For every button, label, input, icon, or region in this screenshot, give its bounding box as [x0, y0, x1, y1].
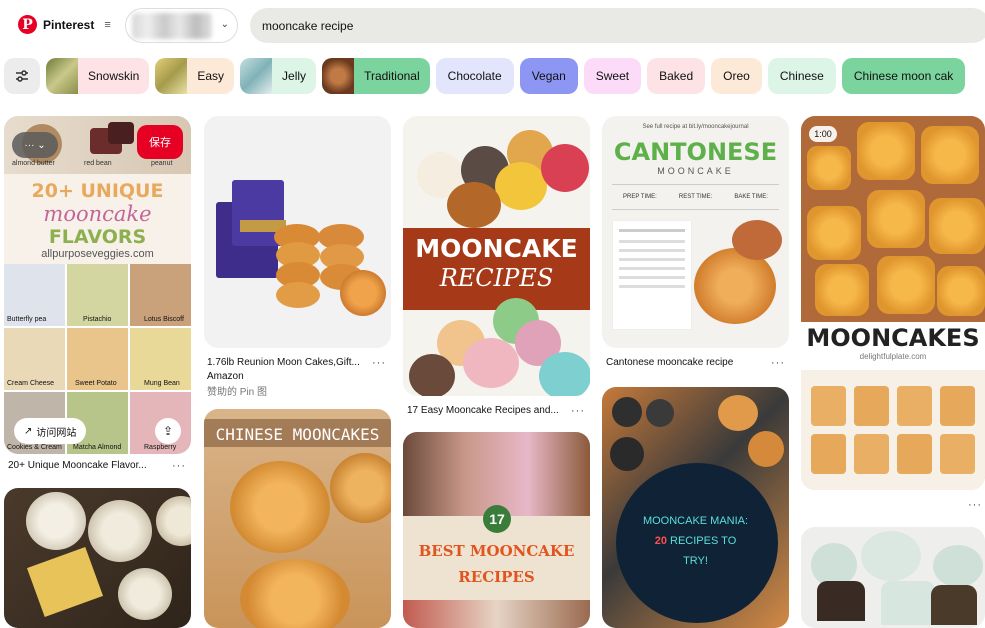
- more-options-button[interactable]: ···: [771, 357, 785, 369]
- pin-cantonese-mooncake[interactable]: See full recipe at bit.ly/mooncakejourna…: [602, 116, 789, 348]
- chevron-down-icon: ⌄: [220, 19, 229, 30]
- arrow-up-right-icon: ↗: [24, 425, 33, 437]
- board-selector[interactable]: ⌄: [125, 8, 238, 43]
- chip-vegan[interactable]: Vegan: [519, 58, 578, 94]
- chip-traditional[interactable]: Traditional: [322, 58, 430, 94]
- image-label: peanut: [151, 160, 173, 167]
- mooncake-grid: [801, 370, 985, 490]
- video-duration: 1:00: [809, 126, 837, 142]
- pin-snowskin-green[interactable]: [801, 527, 985, 628]
- pin-heading-block: 20+ UNIQUE mooncake FLAVORS allpurposeve…: [4, 174, 191, 264]
- image-label: almond butter: [12, 160, 55, 167]
- chip-chocolate[interactable]: Chocolate: [435, 58, 514, 94]
- filter-chips-bar: Snowskin Easy Jelly Traditional Chocolat…: [4, 58, 966, 94]
- image-label: red bean: [84, 160, 112, 167]
- chip-thumbnail: [240, 58, 273, 94]
- chip-thumbnail: [46, 58, 78, 94]
- pin-snowskin-mooncakes[interactable]: [4, 488, 191, 628]
- chip-oreo[interactable]: Oreo: [711, 58, 762, 94]
- chip-thumbnail: [155, 58, 188, 94]
- pin-unique-mooncake-flavors[interactable]: almond butter red bean peanut 20+ UNIQUE…: [4, 116, 191, 454]
- board-thumbnail-blurred: [132, 12, 212, 39]
- pin-best-mooncake-recipes[interactable]: 17 BEST MOONCAKE RECIPES: [403, 432, 590, 628]
- chip-thumbnail: [322, 58, 355, 94]
- pin-source: Amazon: [207, 371, 244, 382]
- chip-sweet[interactable]: Sweet: [583, 58, 642, 94]
- sponsored-label: 赞助的 Pin 图: [207, 387, 268, 398]
- pin-mooncake-mania[interactable]: MOONCAKE MANIA: 20 RECIPES TO TRY!: [602, 387, 789, 628]
- search-value: mooncake recipe: [262, 18, 354, 33]
- ingredients-card: [612, 220, 692, 330]
- pin-heading: CHINESE MOONCAKES: [215, 425, 380, 444]
- chip-chinese[interactable]: Chinese: [767, 58, 836, 94]
- save-button[interactable]: 保存: [137, 125, 183, 159]
- board-dropdown-button[interactable]: ··· ⌄: [12, 132, 58, 158]
- pin-title[interactable]: 1.76lb Reunion Moon Cakes,Gift...: [207, 357, 360, 368]
- sliders-icon: [16, 70, 28, 82]
- more-options-button[interactable]: ···: [372, 357, 386, 369]
- chip-jelly[interactable]: Jelly: [240, 58, 317, 94]
- search-input[interactable]: mooncake recipe: [250, 8, 985, 43]
- more-options-button[interactable]: ···: [172, 460, 186, 472]
- filter-settings-button[interactable]: [4, 58, 40, 94]
- pin-mooncakes-delightful[interactable]: 1:00 MOONCAKES delightfulplate.com: [801, 116, 985, 490]
- recipes-count-line: 20 RECIPES TO: [654, 535, 737, 547]
- share-icon: ⇪: [162, 424, 174, 438]
- more-options-button[interactable]: ···: [571, 405, 585, 417]
- pin-title[interactable]: 17 Easy Mooncake Recipes and...: [407, 405, 559, 416]
- pin-title[interactable]: 20+ Unique Mooncake Flavor...: [8, 460, 147, 471]
- chip-easy[interactable]: Easy: [155, 58, 235, 94]
- chip-chinese-moon-cake[interactable]: Chinese moon cak: [841, 58, 966, 94]
- time-row: PREP TIME: REST TIME: BAKE TIME:: [612, 184, 779, 210]
- visit-site-button[interactable]: ↗ 访问网站: [14, 418, 87, 444]
- menu-icon[interactable]: ≡: [104, 19, 110, 31]
- pin-reunion-moon-cakes[interactable]: [204, 116, 391, 348]
- pin-chinese-mooncakes[interactable]: CHINESE MOONCAKES: [204, 409, 391, 628]
- share-button[interactable]: ⇪: [155, 418, 181, 444]
- pin-title[interactable]: Cantonese mooncake recipe: [606, 357, 733, 368]
- pinterest-logo-icon: P: [18, 15, 37, 34]
- pinterest-logo[interactable]: P Pinterest ≡: [18, 15, 111, 34]
- pin-image-collage: [403, 432, 590, 516]
- chip-baked[interactable]: Baked: [647, 58, 706, 94]
- top-bar: P Pinterest ≡ ⌄ mooncake recipe: [0, 0, 985, 52]
- count-badge: 17: [483, 505, 511, 533]
- brand-name: Pinterest: [43, 17, 95, 32]
- pin-easy-mooncake-recipes[interactable]: MOONCAKE RECIPES: [403, 116, 590, 396]
- cut-mooncake: [26, 546, 104, 618]
- chip-snowskin[interactable]: Snowskin: [46, 58, 150, 94]
- more-options-button[interactable]: ···: [968, 499, 982, 511]
